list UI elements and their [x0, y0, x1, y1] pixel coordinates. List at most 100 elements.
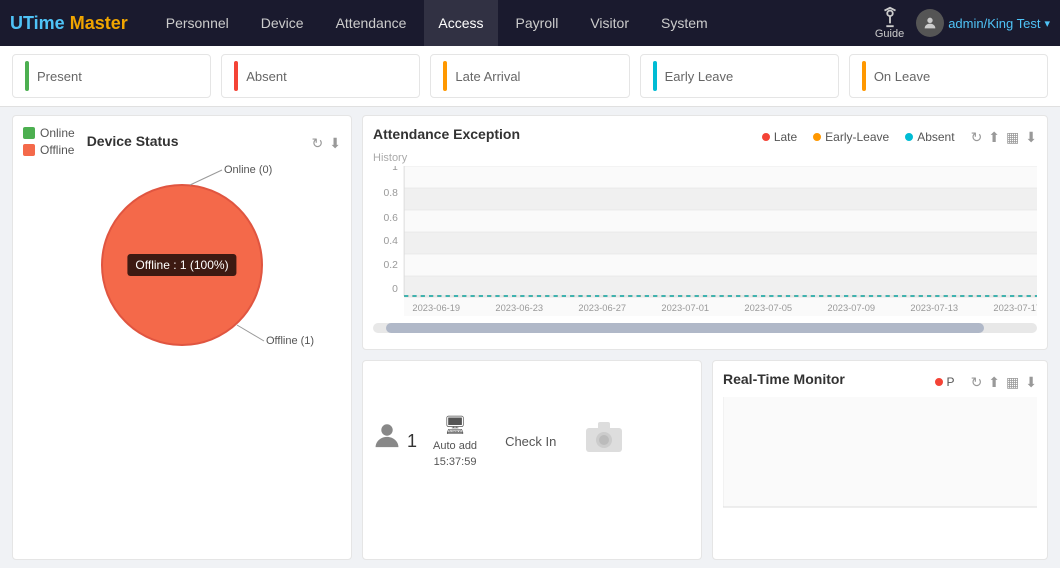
- user-info[interactable]: admin/King Test ▾: [916, 9, 1050, 37]
- online-line: [190, 170, 222, 185]
- auto-add-container: 🖥 Auto add 15:37:59: [433, 415, 477, 468]
- user-name: admin/King Test: [948, 16, 1040, 31]
- legend-late: Late: [762, 130, 797, 144]
- offline-line: [237, 325, 264, 341]
- svg-text:0: 0: [392, 284, 398, 295]
- svg-text:0.2: 0.2: [384, 260, 399, 271]
- svg-text:2023-06-23: 2023-06-23: [495, 303, 543, 313]
- nav-device[interactable]: Device: [247, 0, 318, 46]
- stat-present: Present: [12, 54, 211, 98]
- stat-early-leave: Early Leave: [640, 54, 839, 98]
- stat-late-arrival: Late Arrival: [430, 54, 629, 98]
- absent-indicator: [234, 61, 238, 91]
- checkin-time: 15:37:59: [434, 456, 477, 468]
- checkin-panel: 1 🖥 Auto add 15:37:59 Check In: [362, 360, 702, 560]
- attendance-title: Attendance Exception: [373, 126, 520, 142]
- nav-visitor[interactable]: Visitor: [576, 0, 643, 46]
- download-icon-att[interactable]: ⬇: [1025, 129, 1037, 146]
- chart-scrollbar-thumb[interactable]: [386, 323, 984, 333]
- right-column: Attendance Exception Late Early-Leave: [362, 115, 1048, 560]
- on-leave-indicator: [862, 61, 866, 91]
- early-leave-label: Early Leave: [665, 69, 734, 84]
- avatar: [916, 9, 944, 37]
- upload-icon-rt[interactable]: ⬆: [988, 374, 1000, 391]
- nav-payroll[interactable]: Payroll: [502, 0, 573, 46]
- camera-icon: [584, 420, 624, 462]
- nav-system[interactable]: System: [647, 0, 722, 46]
- early-leave-dot: [813, 133, 821, 141]
- checkin-content: 1 🖥 Auto add 15:37:59 Check In: [373, 371, 691, 511]
- realtime-title: Real-Time Monitor: [723, 371, 845, 387]
- realtime-legend: P: [935, 375, 955, 389]
- logo: UTime Master: [10, 13, 128, 34]
- bar-icon-rt[interactable]: ▦: [1006, 374, 1019, 391]
- realtime-legend-label: P: [947, 375, 955, 389]
- late-indicator: [443, 61, 447, 91]
- attendance-header: Attendance Exception Late Early-Leave: [373, 126, 1037, 148]
- early-leave-legend: Early-Leave: [825, 130, 889, 144]
- user-big-icon: [373, 422, 401, 461]
- legend-absent: Absent: [905, 130, 954, 144]
- early-leave-indicator: [653, 61, 657, 91]
- attendance-chart-area: History 1 0.8 0.6 0.4 0.2 0: [373, 152, 1037, 322]
- stat-on-leave: On Leave: [849, 54, 1048, 98]
- present-label: Present: [37, 69, 82, 84]
- logo-u: U: [10, 13, 23, 34]
- refresh-icon[interactable]: ↻: [312, 135, 324, 152]
- nav-attendance[interactable]: Attendance: [322, 0, 421, 46]
- realtime-actions: ↻ ⬆ ▦ ⬇: [971, 374, 1037, 391]
- stat-cards-row: Present Absent Late Arrival Early Leave …: [0, 46, 1060, 107]
- bar-icon-att[interactable]: ▦: [1006, 129, 1019, 146]
- auto-add-label: Auto add: [433, 440, 477, 452]
- online-dot: [23, 127, 35, 139]
- refresh-icon-att[interactable]: ↻: [971, 129, 983, 146]
- user-count-value: 1: [407, 431, 417, 452]
- offline-pie-label: Offline (1): [266, 335, 314, 347]
- attendance-chart-svg: 1 0.8 0.6 0.4 0.2 0: [373, 166, 1037, 316]
- offline-dot: [23, 144, 35, 156]
- main-content: Online Offline Device Status ↻ ⬇: [0, 107, 1060, 568]
- upload-icon-att[interactable]: ⬆: [988, 129, 1000, 146]
- stat-absent: Absent: [221, 54, 420, 98]
- realtime-chart-svg: [723, 397, 1037, 527]
- left-column: Online Offline Device Status ↻ ⬇: [12, 115, 352, 560]
- attendance-legend: Late Early-Leave Absent: [762, 130, 955, 144]
- nav-right: Guide admin/King Test ▾: [875, 6, 1050, 40]
- offline-label: Offline: [40, 143, 74, 157]
- svg-text:2023-06-27: 2023-06-27: [578, 303, 626, 313]
- download-icon[interactable]: ⬇: [329, 135, 341, 152]
- guide-label: Guide: [875, 28, 904, 40]
- legend-early-leave: Early-Leave: [813, 130, 889, 144]
- online-pie-label: Online (0): [224, 164, 272, 176]
- svg-text:1: 1: [392, 166, 398, 173]
- realtime-panel: Real-Time Monitor P ↻ ⬆ ▦ ⬇: [712, 360, 1048, 560]
- refresh-icon-rt[interactable]: ↻: [971, 374, 983, 391]
- bottom-row: 1 🖥 Auto add 15:37:59 Check In: [362, 360, 1048, 560]
- history-label: History: [373, 152, 1037, 164]
- device-status-panel: Online Offline Device Status ↻ ⬇: [12, 115, 352, 560]
- nav-access[interactable]: Access: [424, 0, 497, 46]
- present-indicator: [25, 61, 29, 91]
- device-status-title: Device Status: [87, 133, 179, 149]
- svg-text:2023-07-01: 2023-07-01: [661, 303, 709, 313]
- realtime-p-dot: [935, 378, 943, 386]
- svg-text:2023-07-13: 2023-07-13: [910, 303, 958, 313]
- svg-text:2023-07-05: 2023-07-05: [744, 303, 792, 313]
- absent-label: Absent: [246, 69, 286, 84]
- nav-personnel[interactable]: Personnel: [152, 0, 243, 46]
- realtime-chart-area: [723, 397, 1037, 537]
- svg-text:2023-06-19: 2023-06-19: [412, 303, 460, 313]
- absent-dot: [905, 133, 913, 141]
- guide-button[interactable]: Guide: [875, 6, 904, 40]
- pie-chart: Online (0) Offline (1): [82, 165, 282, 365]
- svg-text:0.6: 0.6: [384, 213, 399, 224]
- late-dot: [762, 133, 770, 141]
- auto-add-icon: 🖥: [444, 415, 467, 436]
- svg-text:0.8: 0.8: [384, 188, 399, 199]
- absent-legend: Absent: [917, 130, 954, 144]
- download-icon-rt[interactable]: ⬇: [1025, 374, 1037, 391]
- svg-text:2023-07-17: 2023-07-17: [993, 303, 1037, 313]
- logo-time: Time: [23, 13, 65, 34]
- chart-scrollbar[interactable]: [373, 323, 1037, 333]
- logo-master: Master: [70, 13, 128, 34]
